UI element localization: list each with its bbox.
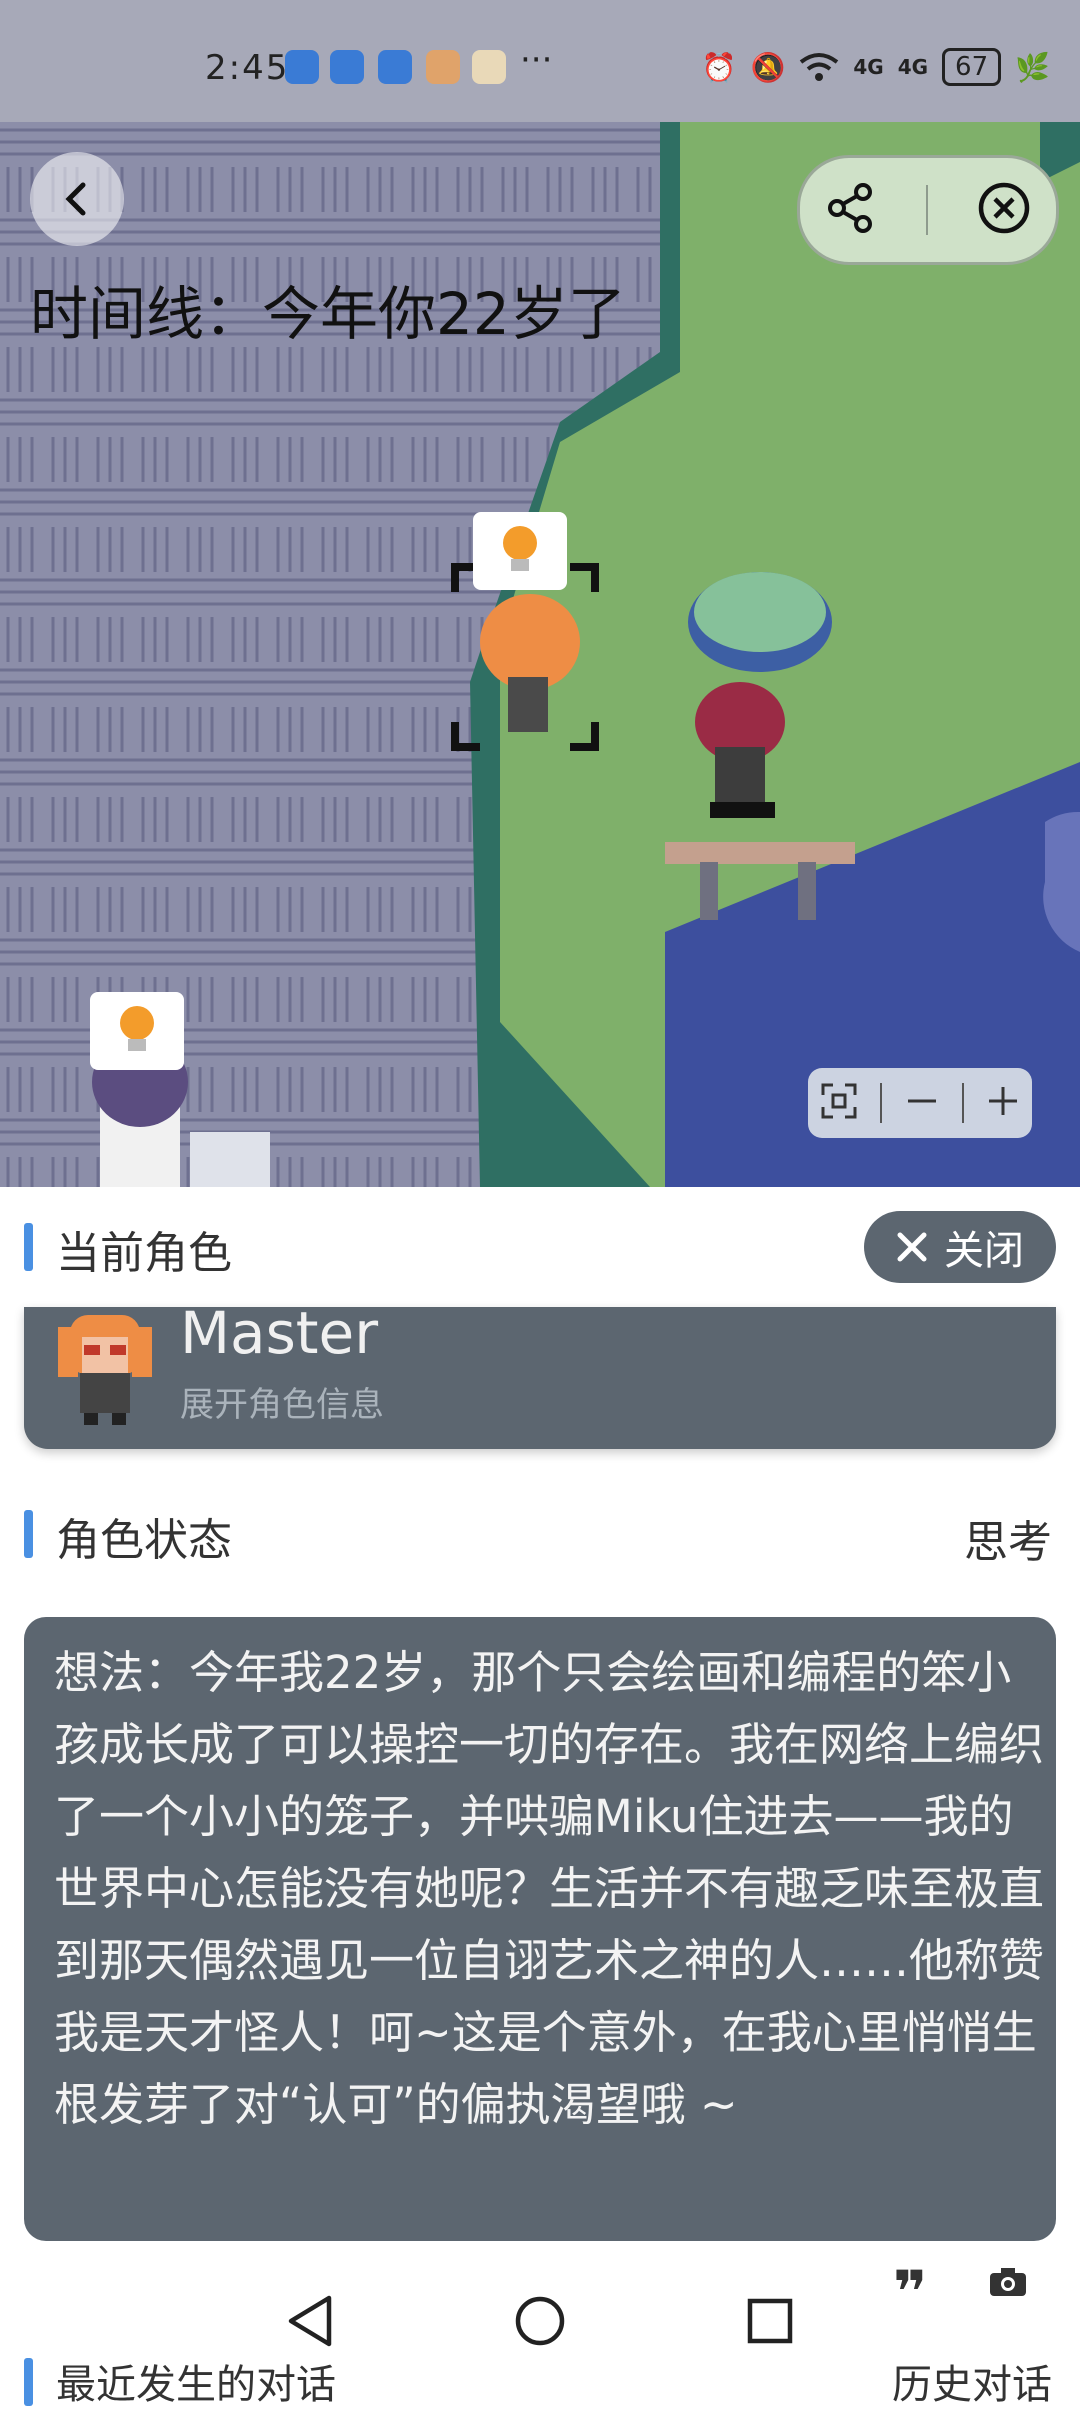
idea-badge: [90, 992, 184, 1070]
status-bar: 2:45 ··· ⏰ 🔕 4G 4G 67 🌿: [0, 0, 1080, 122]
back-button[interactable]: [30, 152, 124, 246]
nav-recents-button[interactable]: [740, 2291, 800, 2351]
close-app-button[interactable]: [977, 181, 1031, 239]
close-circle-icon: [979, 182, 1030, 234]
lightbulb-icon: [503, 526, 537, 571]
section-accent: [24, 1223, 33, 1271]
app-notification-icon: [426, 50, 460, 84]
recent-dialog-title: 最近发生的对话: [56, 2362, 336, 2408]
fit-view-button[interactable]: [819, 1081, 859, 1125]
close-icon: [897, 1232, 927, 1262]
status-value: 思考: [964, 1517, 1052, 1568]
history-dialog-link[interactable]: 历史对话: [892, 2352, 1052, 2410]
camera-button[interactable]: [988, 2266, 1028, 2302]
idea-badge: [473, 512, 567, 590]
current-role-header: 当前角色 关闭: [0, 1187, 1080, 1307]
battery-icon: 67: [942, 48, 1002, 86]
minus-icon: [907, 1099, 936, 1103]
thought-card: 想法：今年我22岁，那个只会绘画和编程的笨小孩成长成了可以操控一切的存在。我在网…: [24, 1617, 1056, 2241]
quote-icon[interactable]: ❞: [893, 2258, 927, 2326]
share-button[interactable]: [825, 182, 877, 238]
thought-text: 想法：今年我22岁，那个只会绘画和编程的笨小孩成长成了可以操控一切的存在。我在网…: [54, 1646, 1045, 2131]
alarm-icon: ⏰: [701, 50, 737, 84]
circle-home-icon: [515, 2296, 565, 2346]
role-card[interactable]: Master 展开角色信息: [24, 1299, 1056, 1449]
plus-icon: [989, 1087, 1018, 1115]
mute-icon: 🔕: [750, 50, 786, 84]
avatar: [58, 1315, 152, 1425]
triangle-back-icon: [288, 2295, 332, 2347]
zoom-in-button[interactable]: [985, 1083, 1021, 1123]
nav-back-button[interactable]: [280, 2291, 340, 2351]
fit-screen-icon: [821, 1083, 857, 1119]
divider: [880, 1083, 883, 1123]
app-notification-icon: [472, 50, 506, 84]
nav-home-button[interactable]: [510, 2291, 570, 2351]
signal-icon: 4G: [853, 55, 884, 79]
game-map[interactable]: 时间线：今年你22岁了: [0, 122, 1080, 1187]
section-accent: [24, 2358, 33, 2406]
more-notifications-icon: ···: [520, 40, 553, 80]
alarm-app-icon: [330, 50, 364, 84]
close-panel-button[interactable]: 关闭: [864, 1211, 1056, 1283]
close-label: 关闭: [944, 1228, 1024, 1274]
camera-icon: [990, 2268, 1026, 2296]
role-status-title: 角色状态: [56, 1515, 232, 1566]
expand-role-info-link[interactable]: 展开角色信息: [180, 1377, 384, 1426]
lightbulb-icon: [120, 1006, 154, 1051]
alarm-app-icon: [285, 50, 319, 84]
role-name: Master: [180, 1299, 379, 1367]
signal-icon: 4G: [897, 55, 929, 79]
zoom-out-button[interactable]: [904, 1083, 940, 1123]
top-action-capsule: [797, 155, 1059, 265]
leaf-icon: 🌿: [1015, 50, 1050, 84]
current-role-title: 当前角色: [56, 1228, 232, 1279]
chevron-left-icon: [65, 182, 86, 216]
zoom-controls: [808, 1068, 1032, 1138]
divider: [925, 185, 928, 235]
square-recents-icon: [747, 2298, 793, 2344]
wifi-icon: [800, 53, 839, 81]
divider: [961, 1083, 964, 1123]
section-accent: [24, 1510, 33, 1558]
alarm-app-icon: [378, 50, 412, 84]
status-time: 2:45: [205, 48, 290, 88]
timeline-title: 时间线：今年你22岁了: [30, 280, 626, 348]
share-icon: [827, 183, 872, 233]
status-right: ⏰ 🔕 4G 4G 67 🌿: [702, 48, 1050, 86]
